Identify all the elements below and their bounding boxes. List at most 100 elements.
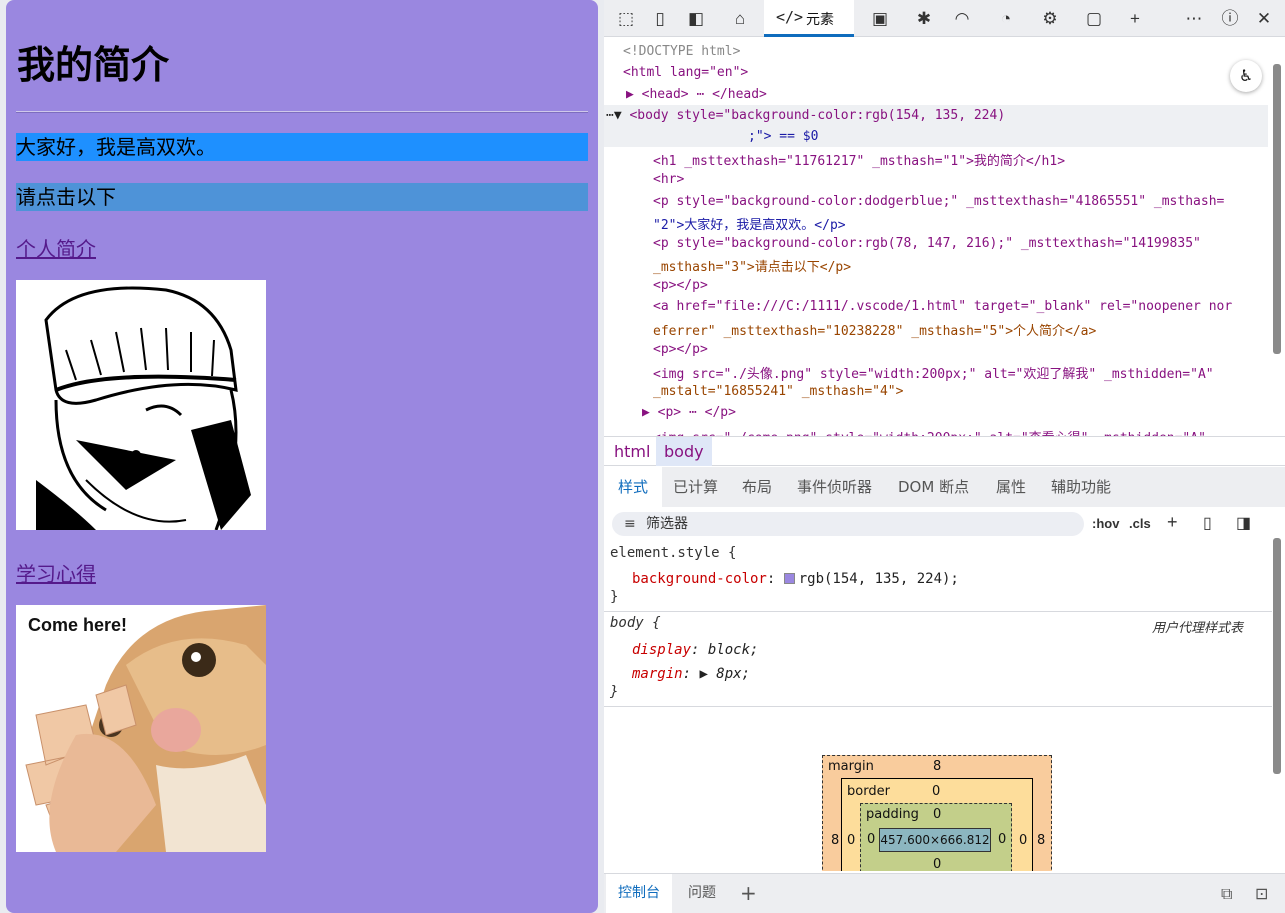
tab-accessibility[interactable]: 辅助功能 — [1051, 467, 1111, 507]
tab-dom-breakpoints[interactable]: DOM 断点 — [898, 467, 969, 507]
margin-top[interactable]: 8 — [933, 759, 941, 774]
dom-line[interactable]: <html lang="en"> — [623, 65, 748, 80]
console-icon[interactable]: ▣ — [868, 7, 892, 31]
dom-line[interactable]: _msthash="3">请点击以下</p> — [653, 256, 851, 275]
home-icon[interactable]: ⌂ — [728, 7, 752, 31]
rule-close: } — [610, 684, 619, 700]
dom-line[interactable]: ▶ <head> ⋯ </head> — [626, 87, 767, 102]
rule-selector[interactable]: element.style { — [610, 545, 736, 561]
color-swatch-icon[interactable] — [783, 573, 795, 584]
dom-line[interactable]: <p style="background-color:dodgerblue;" … — [653, 194, 1224, 209]
dom-line[interactable]: ▶ <p> ⋯ </p> — [642, 405, 736, 420]
add-tab-icon[interactable]: + — [740, 874, 757, 913]
padding-label: padding — [866, 807, 919, 822]
tab-styles[interactable]: 样式 — [604, 467, 663, 507]
filter-input[interactable]: ≡ 筛选器 — [612, 512, 1084, 536]
tab-event-listeners[interactable]: 事件侦听器 — [797, 467, 872, 507]
tab-properties[interactable]: 属性 — [996, 467, 1026, 507]
dom-line[interactable]: <img src="./come.png" style="width:200px… — [653, 427, 1206, 436]
box-model-border[interactable]: border 0 0 0 padding 0 0 0 0 457.600×666… — [841, 778, 1033, 871]
dom-line[interactable]: ;"> == $0 — [748, 129, 818, 144]
padding-top[interactable]: 0 — [933, 807, 941, 822]
dom-line[interactable]: <hr> — [653, 172, 684, 187]
hov-button[interactable]: :hov — [1092, 516, 1119, 531]
rule-close: } — [610, 589, 619, 605]
padding-left[interactable]: 0 — [867, 832, 875, 847]
dom-line[interactable]: eferrer" _msttexthash="10238228" _msthas… — [653, 320, 1096, 339]
dock-icon[interactable]: ⧉ — [1221, 874, 1232, 913]
box-model-margin[interactable]: margin 8 8 8 border 0 0 0 padding 0 0 0 … — [822, 755, 1052, 871]
dom-line[interactable]: <p></p> — [653, 342, 708, 357]
tab-layout[interactable]: 布局 — [742, 467, 772, 507]
prop-value: rgb(154, 135, 224); — [798, 571, 959, 587]
border-top[interactable]: 0 — [932, 784, 940, 799]
dom-line[interactable]: "2">大家好，我是高双欢。</p> — [653, 214, 846, 233]
accessibility-icon[interactable]: ♿ — [1230, 60, 1262, 92]
breadcrumb: html body — [604, 436, 1285, 466]
dom-line[interactable]: <p></p> — [653, 278, 708, 293]
tab-computed[interactable]: 已计算 — [673, 467, 718, 507]
dom-line[interactable]: <img src="./头像.png" style="width:200px;"… — [653, 363, 1214, 382]
prop-name: margin — [632, 666, 683, 682]
dom-line-body[interactable]: ⋯▼ <body style="background-color:rgb(154… — [606, 108, 1005, 123]
cat-image: Come here! — [16, 605, 266, 852]
margin-right[interactable]: 8 — [1037, 833, 1045, 848]
user-agent-label: 用户代理样式表 — [1152, 621, 1244, 636]
margin-left[interactable]: 8 — [831, 833, 839, 848]
dom-line[interactable]: <h1 _msttexthash="11761217" _msthash="1"… — [653, 150, 1065, 169]
dom-line[interactable]: <!DOCTYPE html> — [623, 44, 740, 59]
close-icon[interactable]: ✕ — [1252, 7, 1276, 31]
cat-photo-icon — [16, 605, 266, 852]
dom-tree[interactable]: <!DOCTYPE html> <html lang="en"> ▶ <head… — [604, 38, 1272, 436]
filter-icon: ≡ — [624, 516, 636, 532]
border-left[interactable]: 0 — [847, 833, 855, 848]
crumb-body[interactable]: body — [656, 437, 712, 466]
divider — [16, 111, 588, 113]
dom-line[interactable]: <p style="background-color:rgb(78, 147, … — [653, 236, 1201, 251]
crumb-html[interactable]: html — [606, 437, 658, 466]
tab-console[interactable]: 控制台 — [606, 874, 672, 913]
bug-icon[interactable]: ✱ — [912, 7, 936, 31]
dom-scrollbar[interactable] — [1273, 64, 1281, 354]
profile-link[interactable]: 个人简介 — [16, 233, 96, 262]
undock-icon[interactable]: ⊡ — [1255, 874, 1268, 913]
network-icon[interactable]: ◠ — [950, 7, 974, 31]
styles-scrollbar[interactable] — [1273, 538, 1281, 774]
box-model-padding[interactable]: padding 0 0 0 0 457.600×666.812 — [860, 803, 1012, 871]
body-open-tag: <body style="background-color:rgb(154, 1… — [629, 108, 1006, 123]
study-link[interactable]: 学习心得 — [16, 558, 96, 587]
dom-line[interactable]: _mstalt="16855241" _msthash="4"> — [653, 384, 903, 399]
prop-value: block; — [707, 642, 759, 658]
memory-icon[interactable]: ⚙ — [1038, 7, 1062, 31]
new-rule-icon[interactable]: + — [1167, 512, 1178, 533]
devtools-toolbar: ⬚ ▯ ◧ ⌂ </> 元素 ▣ ✱ ◠ ◔ ⚙ ▢ + ⋯ ⓘ ✕ — [604, 0, 1285, 37]
rule-separator — [604, 706, 1272, 707]
devtools-panel: ⬚ ▯ ◧ ⌂ </> 元素 ▣ ✱ ◠ ◔ ⚙ ▢ + ⋯ ⓘ ✕ <!DOC… — [604, 0, 1285, 913]
rule-selector[interactable]: body { — [610, 615, 661, 631]
drawer-tabbar: 控制台 问题 + ⧉ ⊡ — [604, 873, 1285, 913]
dom-line[interactable]: <a href="file:///C:/1111/.vscode/1.html"… — [653, 299, 1232, 314]
more-icon[interactable]: ⋯ — [1182, 7, 1206, 31]
border-right[interactable]: 0 — [1019, 833, 1027, 848]
prop-value: ▶ 8px; — [699, 666, 751, 682]
add-icon[interactable]: + — [1123, 7, 1147, 31]
rule-separator — [604, 611, 1272, 612]
device-icon[interactable]: ▯ — [648, 7, 672, 31]
box-model-content[interactable]: 457.600×666.812 — [879, 828, 991, 852]
performance-icon[interactable]: ◔ — [994, 7, 1018, 31]
tab-issues[interactable]: 问题 — [688, 874, 716, 913]
sidebar-toggle-icon[interactable]: ◨ — [1236, 513, 1251, 533]
padding-right[interactable]: 0 — [998, 832, 1006, 847]
tab-elements[interactable]: </> 元素 — [764, 0, 854, 37]
application-icon[interactable]: ▢ — [1082, 7, 1106, 31]
prompt-paragraph: 请点击以下 — [16, 183, 588, 211]
paint-icon[interactable]: ▯ — [1203, 513, 1212, 533]
cls-button[interactable]: .cls — [1129, 516, 1151, 531]
help-icon[interactable]: ⓘ — [1218, 7, 1242, 31]
style-declaration[interactable]: background-color: rgb(154, 135, 224); — [632, 571, 959, 587]
style-declaration[interactable]: display: block; — [632, 642, 758, 658]
style-declaration[interactable]: margin: ▶ 8px; — [632, 666, 750, 682]
inspect-icon[interactable]: ⬚ — [614, 7, 638, 31]
sidebar-icon[interactable]: ◧ — [684, 7, 708, 31]
padding-bottom[interactable]: 0 — [933, 857, 941, 871]
